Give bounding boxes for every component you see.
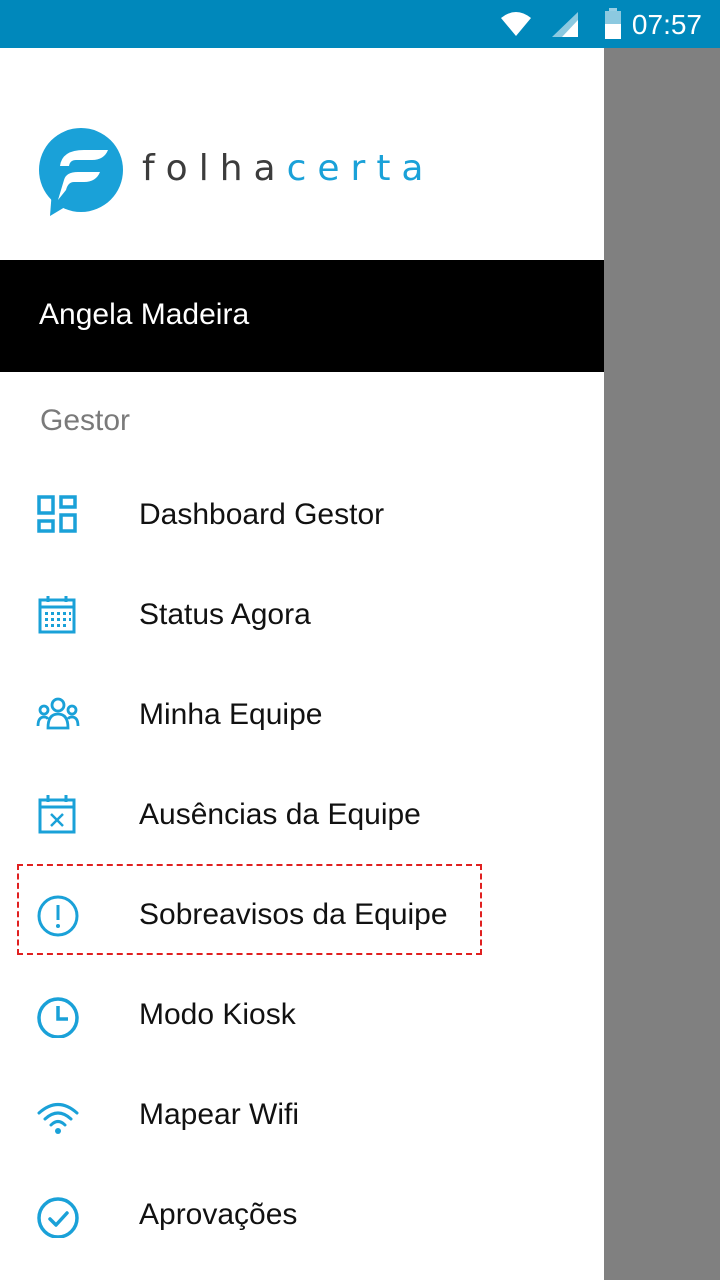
team-icon xyxy=(36,697,80,730)
folhacerta-logo-icon xyxy=(39,128,123,216)
battery-icon xyxy=(605,8,621,39)
menu-item-label: Minha Equipe xyxy=(139,698,323,731)
calendar-x-icon xyxy=(38,795,76,834)
menu-item-label: Status Agora xyxy=(139,598,311,631)
menu-item-aprovacoes[interactable]: Aprovações xyxy=(0,1164,604,1264)
menu-item-label: Modo Kiosk xyxy=(139,998,296,1031)
section-label-gestor: Gestor xyxy=(40,404,131,437)
signal-icon xyxy=(552,12,578,37)
menu-item-label: Dashboard Gestor xyxy=(139,498,385,531)
brand-part2: certa xyxy=(286,148,435,189)
brand-wordmark: folhacerta xyxy=(142,148,435,189)
menu-item-label: Mapear Wifi xyxy=(139,1098,300,1131)
brand-part1: folha xyxy=(142,148,287,189)
menu-item-ausencias-da-equipe[interactable]: Ausências da Equipe xyxy=(0,764,604,864)
calendar-icon xyxy=(38,596,76,634)
menu-item-modo-kiosk[interactable]: Modo Kiosk xyxy=(0,964,604,1064)
menu-item-label: Ausências da Equipe xyxy=(139,798,421,831)
menu-item-status-agora[interactable]: Status Agora xyxy=(0,564,604,664)
drawer-scrim[interactable] xyxy=(604,48,720,1280)
status-bar: 07:57 xyxy=(0,0,720,48)
user-header[interactable]: Angela Madeira xyxy=(0,260,604,372)
navigation-drawer: folhacerta Angela Madeira Gestor Dashboa… xyxy=(0,48,604,1280)
highlight-box xyxy=(17,864,482,955)
wifi-icon xyxy=(37,1103,79,1134)
check-circle-icon xyxy=(37,1197,79,1238)
wifi-status-icon xyxy=(501,12,531,36)
menu-item-mapear-wifi[interactable]: Mapear Wifi xyxy=(0,1064,604,1164)
status-time: 07:57 xyxy=(631,9,702,40)
menu-item-label: Aprovações xyxy=(139,1198,298,1231)
user-name: Angela Madeira xyxy=(39,298,250,331)
menu-item-minha-equipe[interactable]: Minha Equipe xyxy=(0,664,604,764)
dashboard-icon xyxy=(37,495,77,533)
clock-icon xyxy=(37,997,79,1038)
menu-item-dashboard-gestor[interactable]: Dashboard Gestor xyxy=(0,464,604,564)
